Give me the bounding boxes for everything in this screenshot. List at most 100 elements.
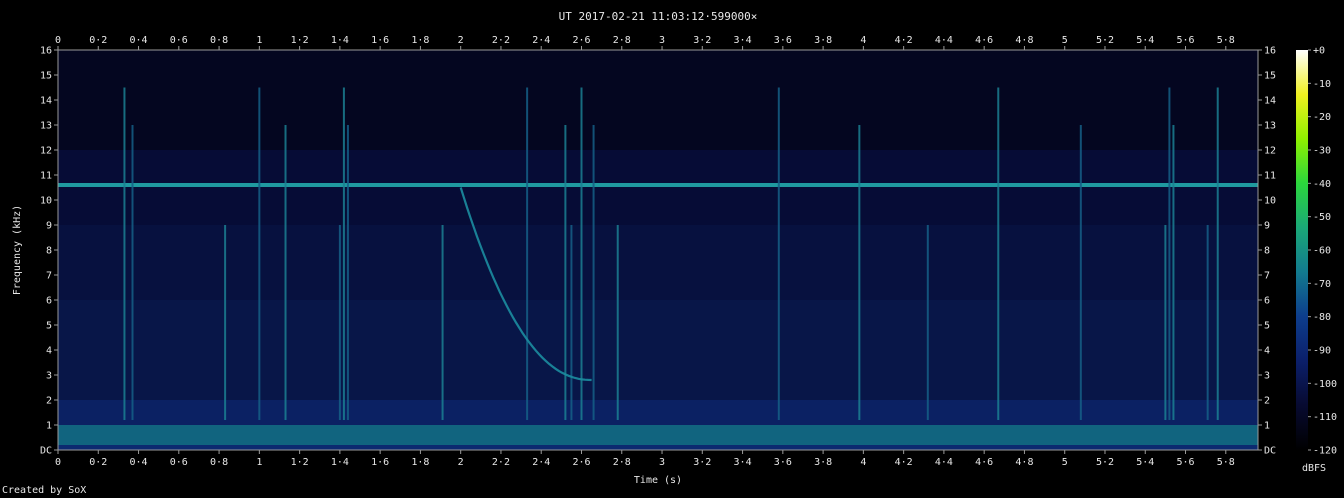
x-tick-label-top: 4 bbox=[860, 35, 866, 46]
impulse-17 bbox=[926, 225, 929, 420]
x-tick-label-bottom: 2·2 bbox=[492, 457, 510, 468]
y-tick-label-right: 3 bbox=[1264, 371, 1270, 382]
x-tick-label-top: 1·8 bbox=[411, 35, 429, 46]
x-tick-label-bottom: 5 bbox=[1062, 457, 1068, 468]
colorbar-label: dBFS bbox=[1302, 463, 1326, 474]
y-tick-label-right: 12 bbox=[1264, 146, 1276, 157]
y-tick-label-left: 16 bbox=[40, 46, 52, 57]
x-tick-label-bottom: 1·4 bbox=[331, 457, 349, 468]
impulse-0 bbox=[123, 87, 126, 420]
y-tick-label-left: 1 bbox=[46, 421, 52, 432]
x-tick-label-top: 2 bbox=[458, 35, 464, 46]
impulse-12 bbox=[580, 87, 583, 420]
x-tick-label-top: 4·4 bbox=[935, 35, 953, 46]
spectrogram-marks bbox=[58, 50, 1258, 450]
y-tick-label-right: 5 bbox=[1264, 321, 1270, 332]
x-tick-label-top: 0·2 bbox=[89, 35, 107, 46]
impulse-11 bbox=[570, 225, 573, 420]
impulse-22 bbox=[1172, 125, 1175, 420]
impulse-13 bbox=[592, 125, 595, 420]
impulse-8 bbox=[441, 225, 444, 420]
y-tick-label-right: 8 bbox=[1264, 246, 1270, 257]
x-tick-label-top: 2·8 bbox=[613, 35, 631, 46]
x-tick-label-bottom: 5·2 bbox=[1096, 457, 1114, 468]
y-tick-label-right: 4 bbox=[1264, 346, 1270, 357]
x-tick-label-bottom: 1·6 bbox=[371, 457, 389, 468]
x-tick-label-bottom: 3 bbox=[659, 457, 665, 468]
y-tick-label-right: 16 bbox=[1264, 46, 1276, 57]
y-tick-label-left: 13 bbox=[40, 121, 52, 132]
noise-band-2 bbox=[58, 225, 1258, 300]
colorbar-tick-label: -120 bbox=[1313, 446, 1337, 457]
credit-text: Created by SoX bbox=[2, 485, 87, 496]
colorbar-tick-label: -60 bbox=[1313, 246, 1331, 257]
colorbar-tick-label: -100 bbox=[1313, 379, 1337, 390]
y-tick-label-right: 10 bbox=[1264, 196, 1276, 207]
y-tick-label-left: 11 bbox=[40, 171, 52, 182]
impulse-21 bbox=[1168, 87, 1171, 420]
y-tick-label-left: 10 bbox=[40, 196, 52, 207]
colorbar bbox=[1296, 50, 1308, 450]
y-tick-label-left: 3 bbox=[46, 371, 52, 382]
x-tick-label-bottom: 4 bbox=[860, 457, 866, 468]
y-tick-label-left: 15 bbox=[40, 71, 52, 82]
x-tick-label-bottom: 2·4 bbox=[532, 457, 550, 468]
impulse-3 bbox=[258, 87, 261, 420]
x-tick-label-bottom: 0·6 bbox=[170, 457, 188, 468]
x-tick-label-top: 0·8 bbox=[210, 35, 228, 46]
spectrogram-chart: UT 2017-02-21 11:03:12·599000× 0 0 0·2 0·2 0… bbox=[12, 10, 1337, 486]
colorbar-tick-label: -90 bbox=[1313, 346, 1331, 357]
x-tick-label-top: 4·6 bbox=[975, 35, 993, 46]
x-tick-label-top: 5·8 bbox=[1217, 35, 1235, 46]
hum-line bbox=[58, 183, 1258, 187]
x-tick-label-top: 0 bbox=[55, 35, 61, 46]
x-tick-label-top: 4·2 bbox=[895, 35, 913, 46]
low-frequency-band bbox=[58, 425, 1258, 445]
impulse-24 bbox=[1216, 87, 1219, 420]
noise-band-0 bbox=[58, 50, 1258, 150]
impulse-1 bbox=[131, 125, 134, 420]
x-tick-label-top: 0·6 bbox=[170, 35, 188, 46]
x-tick-label-top: 1 bbox=[256, 35, 262, 46]
impulse-16 bbox=[858, 125, 861, 420]
x-tick-label-top: 3·6 bbox=[774, 35, 792, 46]
colorbar-tick-label: -30 bbox=[1313, 146, 1331, 157]
y-tick-label-right: 15 bbox=[1264, 71, 1276, 82]
x-tick-label-bottom: 4·8 bbox=[1015, 457, 1033, 468]
impulse-2 bbox=[224, 225, 227, 420]
x-tick-label-top: 2·6 bbox=[572, 35, 590, 46]
colorbar-tick-label: -40 bbox=[1313, 179, 1331, 190]
x-tick-label-bottom: 2·6 bbox=[572, 457, 590, 468]
y-tick-label-right: 7 bbox=[1264, 271, 1270, 282]
colorbar-tick-label: -110 bbox=[1313, 412, 1337, 423]
y-tick-label-right: 9 bbox=[1264, 221, 1270, 232]
x-tick-label-top: 5 bbox=[1062, 35, 1068, 46]
impulse-23 bbox=[1206, 225, 1209, 420]
x-tick-label-bottom: 0 bbox=[55, 457, 61, 468]
x-tick-label-top: 4·8 bbox=[1015, 35, 1033, 46]
impulse-5 bbox=[338, 225, 341, 420]
x-tick-label-bottom: 0·4 bbox=[130, 457, 148, 468]
colorbar-tick-label: -10 bbox=[1313, 79, 1331, 90]
y-tick-label-left: 14 bbox=[40, 96, 52, 107]
colorbar-ticks: +0 -10 -20 -30 -40 -50 -60 -70 -80 -90 -100 -110 -12… bbox=[1308, 46, 1337, 457]
noise-band-4 bbox=[58, 400, 1258, 425]
y-tick-label-left: 8 bbox=[46, 246, 52, 257]
x-axis-label: Time (s) bbox=[634, 475, 682, 486]
x-tick-label-top: 1·2 bbox=[291, 35, 309, 46]
x-tick-label-top: 1·6 bbox=[371, 35, 389, 46]
impulse-18 bbox=[997, 87, 1000, 420]
y-tick-label-right: 6 bbox=[1264, 296, 1270, 307]
x-tick-label-bottom: 5·4 bbox=[1136, 457, 1154, 468]
y-tick-label-left: DC bbox=[40, 446, 52, 457]
y-tick-label-right: 2 bbox=[1264, 396, 1270, 407]
x-tick-label-bottom: 0·8 bbox=[210, 457, 228, 468]
x-tick-label-top: 3·2 bbox=[693, 35, 711, 46]
y-tick-label-left: 12 bbox=[40, 146, 52, 157]
y-tick-label-left: 7 bbox=[46, 271, 52, 282]
x-tick-label-bottom: 5·8 bbox=[1217, 457, 1235, 468]
colorbar-tick-label: -50 bbox=[1313, 212, 1331, 223]
x-tick-label-bottom: 4·6 bbox=[975, 457, 993, 468]
x-tick-label-bottom: 5·6 bbox=[1176, 457, 1194, 468]
impulse-7 bbox=[346, 125, 349, 420]
